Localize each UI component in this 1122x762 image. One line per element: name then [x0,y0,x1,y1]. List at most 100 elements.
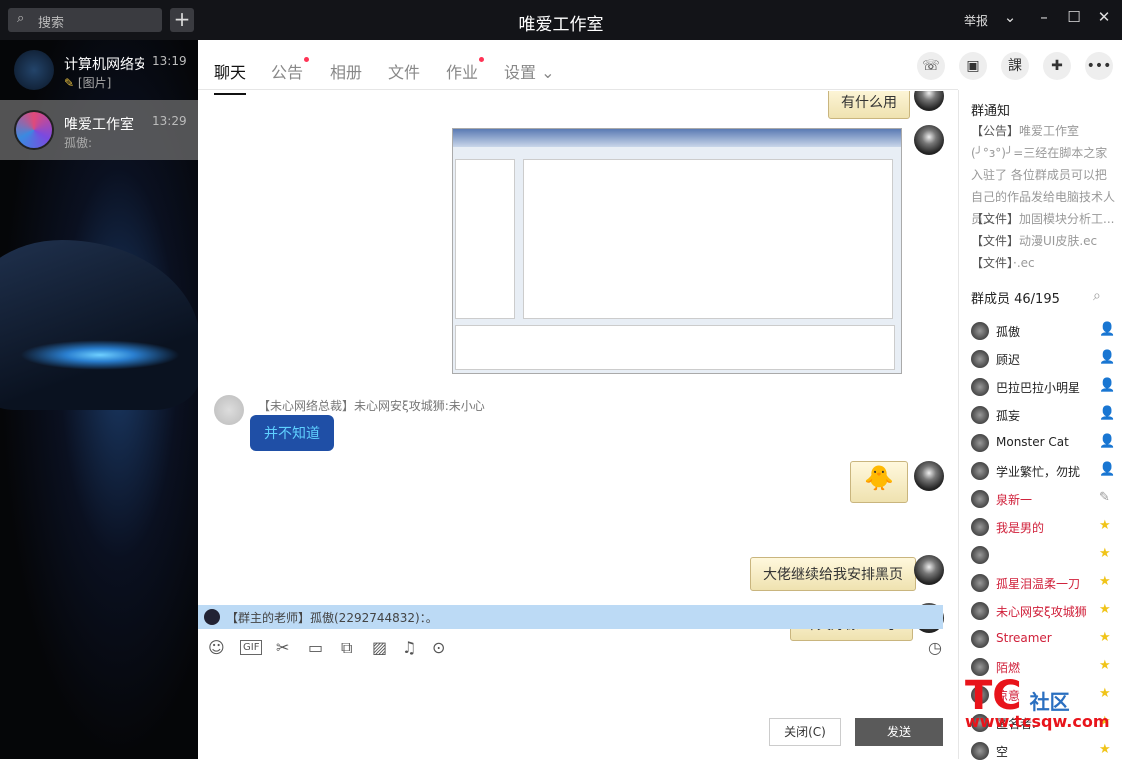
bell-icon[interactable]: ♫ [402,638,416,657]
video-icon[interactable]: ▣ [959,52,987,80]
avatar [914,461,944,491]
avatar [14,110,54,150]
sticker-message: 🐥 [850,461,908,503]
conversation-item[interactable]: 计算机网络安 13:19 ✎ [图片] [0,40,198,100]
send-button[interactable]: 发送 [855,718,943,746]
admin-badge-icon: 👤 [1099,350,1116,365]
message-bubble: 有什么用 [828,91,910,119]
emoji-icon[interactable]: ☺ [208,638,225,657]
more-icon[interactable]: ••• [1085,52,1113,80]
member-item[interactable]: Streamer ★ [971,628,1121,650]
history-clock-icon[interactable]: ◷ [928,638,942,657]
owner-badge-icon: 👤 [1099,322,1116,337]
member-item[interactable]: 孤傲 👤 [971,320,1121,342]
search-icon: ⌕ [17,11,25,26]
avatar [14,50,54,90]
more-icon[interactable]: ⊙ [432,638,445,657]
conversation-list: 计算机网络安 13:19 ✎ [图片] 唯爱工作室 13:29 孤傲: [0,40,198,759]
sender-name: 【未心网络总裁】未心网安ξ攻城狮:未小心 [258,399,485,413]
star-badge-icon: ★ [1099,602,1111,617]
star-badge-icon: ★ [1099,546,1111,561]
star-badge-icon: ★ [1099,742,1111,757]
avatar [971,518,989,536]
notice-title: 群通知 [971,104,1011,119]
report-button[interactable]: 举报 [964,12,988,29]
file-item[interactable]: 【文件】动漫UI皮肤.ec [971,230,1117,252]
message-bubble: 并不知道 [250,415,334,451]
avatar [971,546,989,564]
avatar [914,555,944,585]
dropdown-icon[interactable]: ⌄ [998,8,1022,26]
scissors-icon[interactable]: ✂ [276,638,289,657]
message-bubble: 大佬继续给我安排黑页 [750,557,916,591]
pencil-icon: ✎ [64,76,75,90]
message-list: 有什么用 【未心网络总裁】未心网安ξ攻城狮:未小心 并不知道 🐥 大佬继续给我安… [198,91,958,645]
folder-icon[interactable]: ▭ [308,638,323,657]
headlights [20,340,180,370]
avatar [971,462,989,480]
conversation-item-active[interactable]: 唯爱工作室 13:29 孤傲: [0,100,198,160]
tab-announcement[interactable]: 公告 [271,57,310,83]
window-title: 唯爱工作室 [518,15,604,35]
group-info-panel: 群通知 【公告】唯爱工作室(╯°з°)╯=三经在脚本之家入驻了 各位群成员可以把… [958,90,1122,760]
maximize-button[interactable]: ☐ [1062,8,1086,26]
admin-badge-icon: 👤 [1099,462,1116,477]
avatar [971,742,989,760]
watermark-logo: TC 社区 www.tcsqw.com [965,673,1110,731]
image-message[interactable] [452,128,902,374]
add-button[interactable]: + [170,8,194,32]
file-item[interactable]: 【文件】加固模块分析工... [971,208,1117,230]
member-item[interactable]: Monster Cat 👤 [971,432,1121,454]
minimize-button[interactable]: – [1032,8,1056,26]
member-item[interactable]: 巴拉巴拉小明星 👤 [971,376,1121,398]
member-item[interactable]: 学业繁忙，勿扰 👤 [971,460,1121,482]
star-badge-icon: ★ [1099,518,1111,533]
comment-icon[interactable]: ✚ [1043,52,1071,80]
notice-bar[interactable]: 【群主的老师】孤傲(2292744832)：。 [198,605,943,629]
star-badge-icon: ★ [1099,630,1111,645]
avatar [971,490,989,508]
avatar [971,574,989,592]
class-icon[interactable]: 課 [1001,52,1029,80]
close-chat-button[interactable]: 关闭(C) [769,718,841,746]
avatar [971,630,989,648]
phone-icon[interactable]: ☏ [917,52,945,80]
avatar [204,609,220,625]
member-item[interactable]: ★ [971,544,1121,566]
member-item[interactable]: 泉新一 ✎ [971,488,1121,510]
image-icon[interactable]: ▨ [372,638,387,657]
close-button[interactable]: ✕ [1092,8,1116,26]
tab-chat[interactable]: 聊天 [214,59,247,95]
file-icon[interactable]: ⧉ [341,638,352,658]
member-item[interactable]: 未心网安ξ攻城狮 ★ [971,600,1121,622]
avatar [971,602,989,620]
edit-badge-icon: ✎ [1099,490,1110,505]
members-title: 群成员 46/195 [971,292,1060,307]
chat-panel: 聊天 公告 相册 文件 作业 设置 ⌄ ☏ ▣ 課 ✚ ••• 有什么用 【未心… [198,40,1113,759]
title-bar: ⌕ 搜索 + 唯爱工作室 举报 ⌄ – ☐ ✕ [0,0,1122,40]
member-item[interactable]: 我是男的 ★ [971,516,1121,538]
tab-settings[interactable]: 设置 ⌄ [504,59,555,83]
star-badge-icon: ★ [1099,574,1111,589]
tab-homework[interactable]: 作业 [446,57,485,83]
avatar [214,395,244,425]
search-icon[interactable]: ⌕ [1093,288,1101,304]
avatar [971,434,989,452]
avatar [914,125,944,155]
admin-badge-icon: 👤 [1099,434,1116,449]
admin-badge-icon: 👤 [1099,406,1116,421]
background-car-image [0,240,198,410]
member-item[interactable]: 孤星泪温柔一刀 ★ [971,572,1121,594]
star-badge-icon: ★ [1099,658,1111,673]
avatar [914,91,944,111]
member-item[interactable]: 孤妄 👤 [971,404,1121,426]
avatar [971,322,989,340]
admin-badge-icon: 👤 [1099,378,1116,393]
search-input[interactable]: ⌕ 搜索 [8,8,162,32]
gif-icon[interactable]: GIF [240,640,263,655]
file-item[interactable]: 【文件】·.ec [971,252,1117,274]
tab-files[interactable]: 文件 [388,59,420,83]
avatar [971,406,989,424]
member-item[interactable]: 顾迟 👤 [971,348,1121,370]
tab-album[interactable]: 相册 [330,59,362,83]
